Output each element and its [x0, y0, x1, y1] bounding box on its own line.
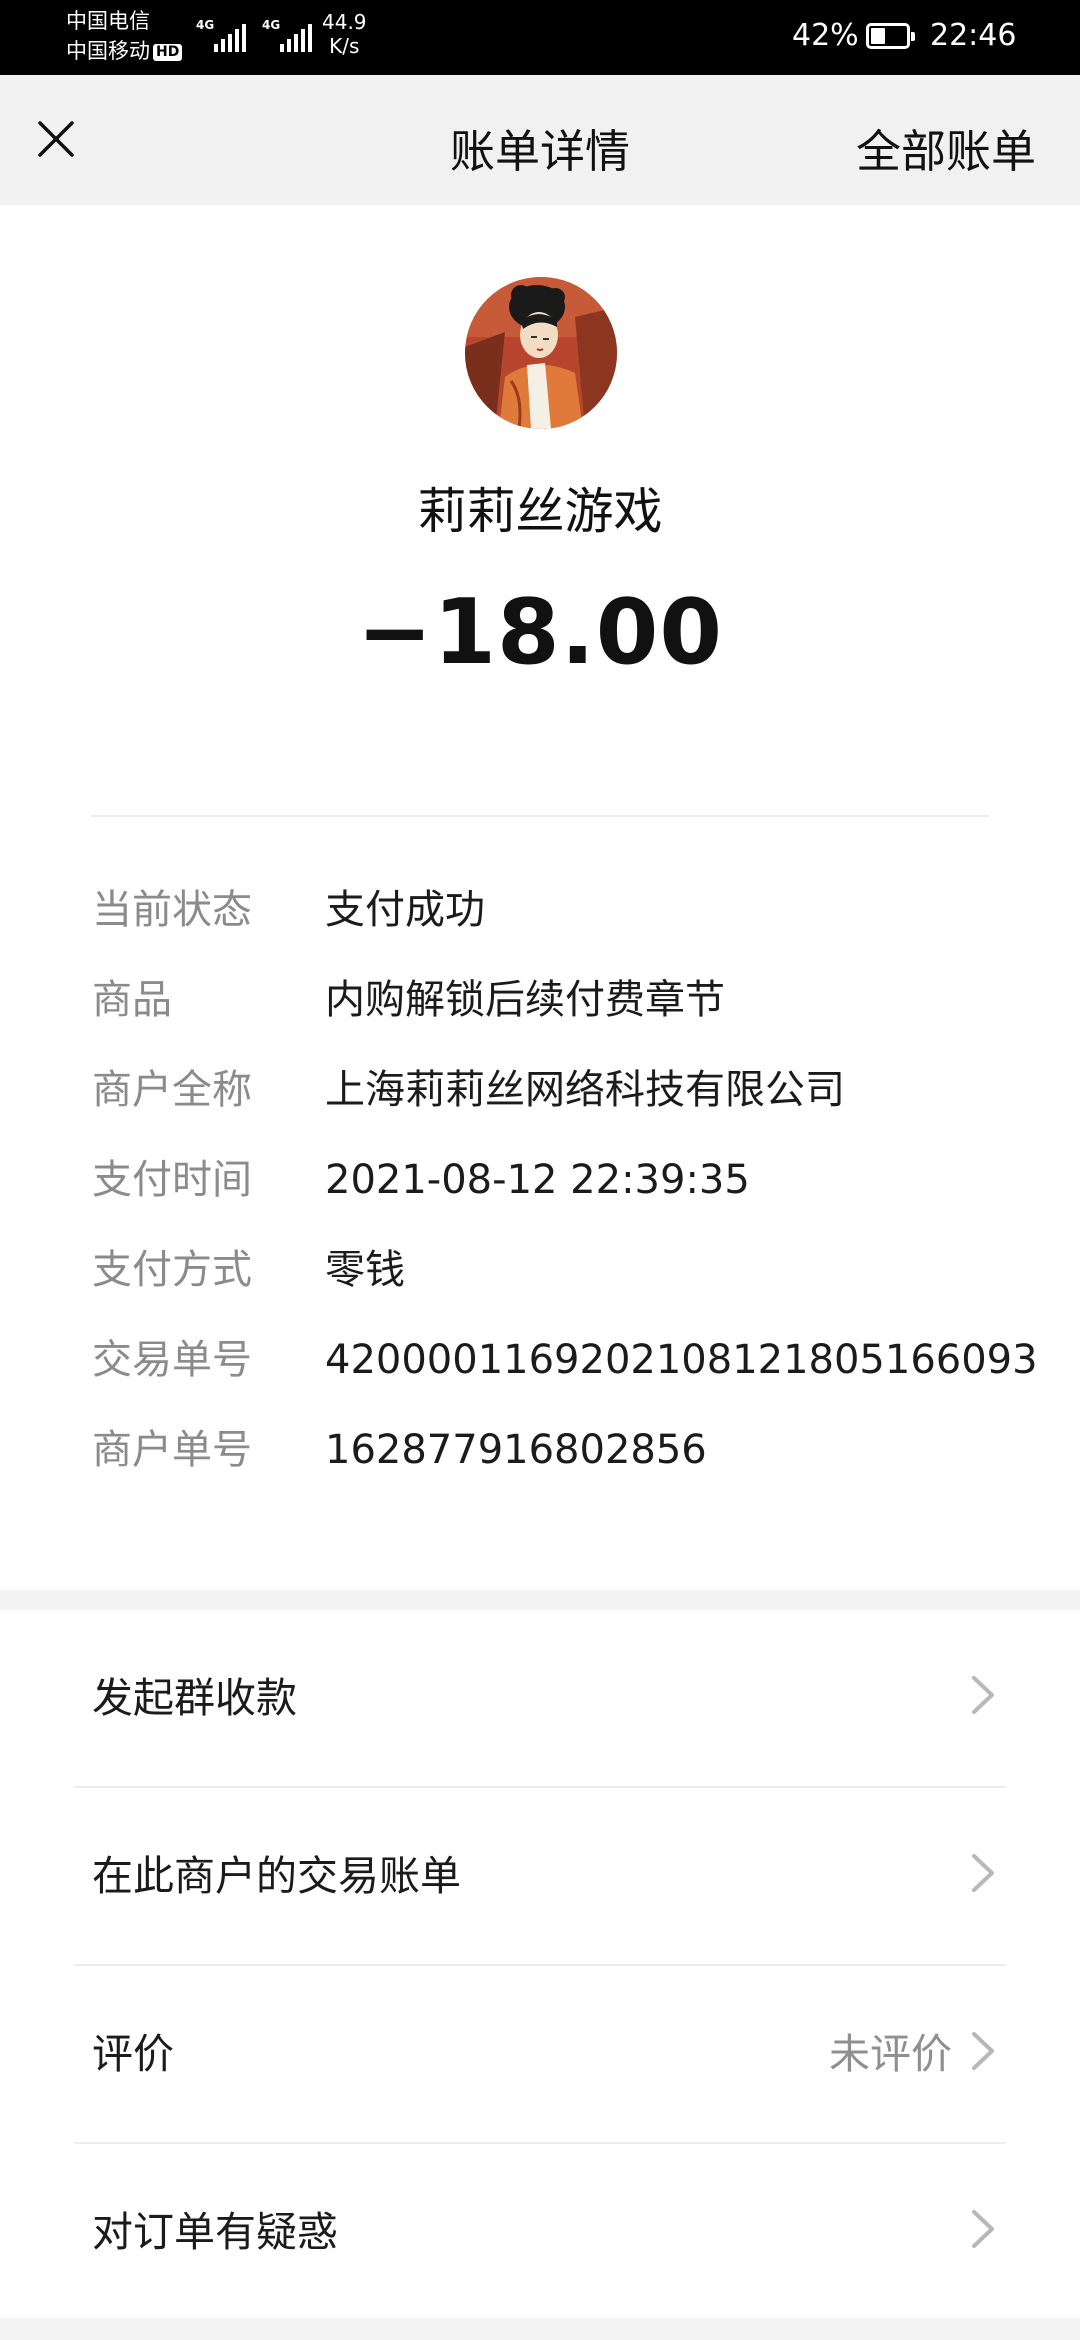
chevron-right-icon: [972, 2210, 994, 2248]
merchant-name: 莉莉丝游戏: [417, 483, 663, 540]
signal-2-icon: 4G: [262, 18, 314, 54]
network-type-1: 4G: [196, 18, 215, 32]
carrier-info: 中国电信 中国移动 HD: [66, 6, 183, 66]
battery-percent: 42%: [792, 18, 859, 53]
detail-row-payment-time: 支付时间 2021-08-12 22:39:35: [0, 1150, 1080, 1240]
review-status: 未评价: [829, 2030, 952, 2078]
detail-label: 支付方式: [92, 1247, 252, 1293]
carrier-2-row: 中国移动 HD: [66, 36, 183, 66]
header-bar: 账单详情 全部账单: [0, 75, 1080, 205]
detail-value: 零钱: [325, 1247, 405, 1293]
divider: [90, 815, 990, 817]
chevron-right-icon: [972, 2032, 994, 2070]
detail-value: 支付成功: [325, 887, 485, 933]
clock: 22:46: [930, 18, 1017, 53]
action-label: 发起群收款: [92, 1674, 297, 1722]
detail-label: 商户全称: [92, 1067, 252, 1113]
network-speed: 44.9 K/s: [322, 10, 367, 58]
chevron-right-icon: [972, 1854, 994, 1892]
detail-label: 当前状态: [92, 887, 252, 933]
action-group-collection[interactable]: 发起群收款: [0, 1610, 1080, 1786]
action-review[interactable]: 评价 未评价: [74, 1964, 1006, 2142]
signal-1-icon: 4G: [196, 18, 248, 54]
avatar-illustration: [465, 277, 617, 429]
battery-icon: [866, 23, 915, 49]
detail-value: 4200001169202108121805166093: [325, 1337, 1038, 1383]
detail-row-transaction-id: 交易单号 4200001169202108121805166093: [0, 1330, 1080, 1420]
detail-value: 上海莉莉丝网络科技有限公司: [325, 1067, 845, 1113]
detail-row-merchant-order-id: 商户单号 162877916802856: [0, 1420, 1080, 1510]
detail-value: 内购解锁后续付费章节: [325, 977, 725, 1023]
action-label: 在此商户的交易账单: [92, 1852, 461, 1900]
bottom-edge: [0, 2318, 1080, 2340]
action-label: 评价: [92, 2030, 174, 2078]
transaction-amount: −18.00: [356, 580, 724, 685]
network-type-2: 4G: [262, 18, 281, 32]
detail-row-status: 当前状态 支付成功: [0, 880, 1080, 970]
carrier-2: 中国移动: [66, 39, 150, 63]
action-label: 对订单有疑惑: [92, 2208, 338, 2256]
action-order-question[interactable]: 对订单有疑惑: [74, 2142, 1006, 2320]
detail-value: 162877916802856: [325, 1427, 707, 1473]
detail-label: 支付时间: [92, 1157, 252, 1203]
detail-label: 商户单号: [92, 1427, 252, 1473]
detail-row-product: 商品 内购解锁后续付费章节: [0, 970, 1080, 1060]
carrier-1: 中国电信: [66, 9, 150, 33]
battery-level-fill: [871, 28, 885, 44]
speed-value: 44.9: [322, 10, 367, 34]
detail-label: 交易单号: [92, 1337, 252, 1383]
action-merchant-bills[interactable]: 在此商户的交易账单: [74, 1786, 1006, 1964]
all-bills-link[interactable]: 全部账单: [856, 115, 1036, 180]
speed-unit: K/s: [329, 34, 360, 58]
detail-value: 2021-08-12 22:39:35: [325, 1157, 750, 1203]
detail-row-payment-method: 支付方式 零钱: [0, 1240, 1080, 1330]
status-bar: 中国电信 中国移动 HD 4G 4G 44.9 K/s 42% 22:46: [0, 0, 1080, 75]
signal-group: 4G 4G: [196, 18, 314, 54]
transaction-details: 当前状态 支付成功 商品 内购解锁后续付费章节 商户全称 上海莉莉丝网络科技有限…: [0, 880, 1080, 1510]
detail-row-merchant-fullname: 商户全称 上海莉莉丝网络科技有限公司: [0, 1060, 1080, 1150]
section-gap: [0, 1590, 1080, 1610]
merchant-avatar: [465, 277, 617, 429]
detail-label: 商品: [92, 977, 172, 1023]
action-list: 发起群收款 在此商户的交易账单 评价 未评价 对订单有疑惑: [0, 1610, 1080, 2320]
chevron-right-icon: [972, 1676, 994, 1714]
hd-badge: HD: [153, 44, 183, 61]
